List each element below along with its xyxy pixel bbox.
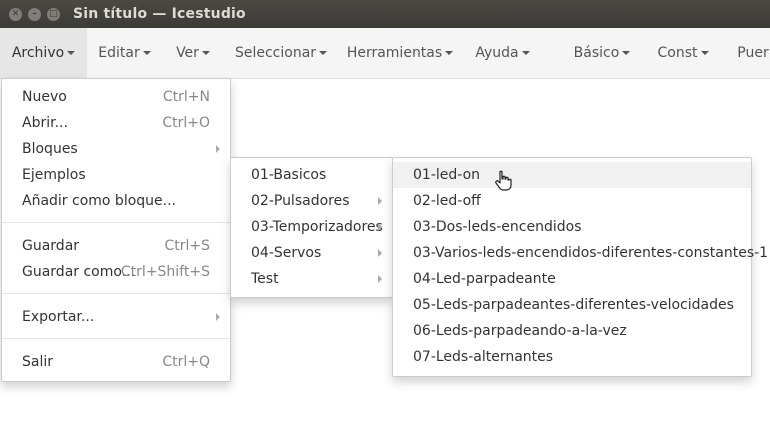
menu-item-label: 02-Pulsadores	[251, 193, 350, 209]
menu-seleccionar-label: Seleccionar	[234, 45, 317, 61]
menu-item-02-led-off[interactable]: 02-led-off	[393, 188, 751, 214]
menu-archivo[interactable]: Archivo	[0, 28, 87, 78]
menu-seleccionar[interactable]: Seleccionar	[224, 28, 338, 78]
menu-herramientas[interactable]: Herramientas	[338, 28, 462, 78]
menu-item-label: Exportar...	[22, 309, 95, 325]
minimize-window-icon[interactable]: –	[28, 8, 41, 21]
maximize-window-icon[interactable]: □	[47, 8, 60, 21]
caret-down-icon	[445, 51, 454, 55]
caret-down-icon	[142, 51, 151, 55]
shortcut-label: Ctrl+O	[162, 115, 210, 131]
submenu-arrow-icon	[216, 145, 220, 153]
menu-item-label: 06-Leds-parpadeando-a-la-vez	[413, 323, 627, 339]
menubar: Archivo Editar Ver Seleccionar Herramientas A…	[0, 28, 770, 79]
menu-item-01-basicos[interactable]: 01-Basicos	[231, 162, 392, 188]
submenu-arrow-icon	[378, 249, 382, 257]
menu-item-03-temporizadores[interactable]: 03-Temporizadores	[231, 214, 392, 240]
menu-item-label: 04-Led-parpadeante	[413, 271, 556, 287]
menu-item-label: 01-led-on	[413, 167, 481, 183]
menu-basico[interactable]: Básico	[561, 28, 643, 78]
shortcut-label: Ctrl+Q	[162, 354, 210, 370]
menu-archivo-label: Archivo	[11, 45, 65, 61]
menu-item-04-servos[interactable]: 04-Servos	[231, 240, 392, 266]
close-window-icon[interactable]: ✕	[9, 8, 22, 21]
archivo-menu: Nuevo Ctrl+N Abrir... Ctrl+O Bloques Ejemplos…	[1, 78, 231, 382]
window-titlebar: ✕ – □ Sin título — Icestudio	[0, 0, 770, 28]
basicos-submenu: 01-led-on 02-led-off 03-Dos-leds-encendido…	[392, 157, 768, 377]
caret-down-icon	[622, 51, 631, 55]
menu-item-label: 03-Varios-leds-encendidos-diferentes-con…	[413, 245, 769, 261]
caret-down-icon	[201, 51, 210, 55]
menu-item-label: 04-Servos	[251, 245, 322, 261]
menu-item-label: Test	[251, 271, 279, 287]
ejemplos-submenu: 01-Basicos 02-Pulsadores 03-Temporizadores…	[230, 157, 393, 298]
menu-const[interactable]: Const	[643, 28, 723, 78]
submenu-arrow-icon	[378, 223, 382, 231]
menu-item-label: 05-Leds-parpadeantes-diferentes-velocida…	[413, 297, 734, 313]
menu-puertas-label: Puer	[737, 45, 769, 61]
menu-item-label: 03-Temporizadores	[251, 219, 383, 235]
menu-item-salir[interactable]: Salir Ctrl+Q	[2, 349, 230, 375]
menu-item-label: 01-Basicos	[251, 167, 327, 183]
menu-editar-label: Editar	[98, 45, 140, 61]
menu-divider	[2, 338, 230, 339]
menu-item-03-dos-leds-encendidos[interactable]: 03-Dos-leds-encendidos	[393, 214, 751, 240]
menu-item-label: Nuevo	[22, 89, 67, 105]
menu-item-nuevo[interactable]: Nuevo Ctrl+N	[2, 84, 230, 110]
menu-ayuda-label: Ayuda	[475, 45, 519, 61]
window-title: Sin título — Icestudio	[73, 6, 246, 22]
menu-item-label: 02-led-off	[413, 193, 481, 209]
shortcut-label: Ctrl+N	[162, 89, 210, 105]
menu-item-label: Guardar como...	[22, 264, 136, 280]
menu-divider	[2, 293, 230, 294]
menu-ver-label: Ver	[176, 45, 199, 61]
menu-item-06-leds-parpadeando-a-la-vez[interactable]: 06-Leds-parpadeando-a-la-vez	[393, 318, 751, 344]
menu-item-label: Abrir...	[22, 115, 68, 131]
menu-basico-label: Básico	[573, 45, 620, 61]
caret-down-icon	[67, 51, 76, 55]
menu-item-label: 07-Leds-alternantes	[413, 349, 554, 365]
menu-ayuda[interactable]: Ayuda	[462, 28, 543, 78]
menu-editar[interactable]: Editar	[87, 28, 162, 78]
menu-item-label: Ejemplos	[22, 167, 86, 183]
menu-item-abrir[interactable]: Abrir... Ctrl+O	[2, 110, 230, 136]
menu-item-ejemplos[interactable]: Ejemplos	[2, 162, 230, 188]
submenu-arrow-icon	[378, 275, 382, 283]
menu-item-02-pulsadores[interactable]: 02-Pulsadores	[231, 188, 392, 214]
submenu-arrow-icon	[378, 197, 382, 205]
menu-item-añadir-como-bloque[interactable]: Añadir como bloque...	[2, 188, 230, 214]
shortcut-label: Ctrl+Shift+S	[120, 264, 210, 280]
menu-item-guardar[interactable]: Guardar Ctrl+S	[2, 233, 230, 259]
menu-item-label: Añadir como bloque...	[22, 193, 176, 209]
menu-ver[interactable]: Ver	[162, 28, 224, 78]
menu-item-exportar[interactable]: Exportar...	[2, 304, 230, 330]
menu-herramientas-label: Herramientas	[346, 45, 443, 61]
menu-item-07-leds-alternantes[interactable]: 07-Leds-alternantes	[393, 344, 751, 370]
hand-cursor-icon	[495, 170, 512, 191]
menu-divider	[2, 222, 230, 223]
menu-const-label: Const	[657, 45, 698, 61]
menu-item-bloques[interactable]: Bloques	[2, 136, 230, 162]
menu-item-04-led-parpadeante[interactable]: 04-Led-parpadeante	[393, 266, 751, 292]
caret-down-icon	[700, 51, 709, 55]
menu-item-label: Salir	[22, 354, 54, 370]
menu-item-label: 03-Dos-leds-encendidos	[413, 219, 582, 235]
menu-item-label: Guardar	[22, 238, 80, 254]
shortcut-label: Ctrl+S	[164, 238, 210, 254]
menu-item-01-led-on[interactable]: 01-led-on	[393, 162, 751, 188]
submenu-arrow-icon	[216, 313, 220, 321]
menu-item-label: Bloques	[22, 141, 78, 157]
menu-puertas[interactable]: Puer	[723, 28, 770, 78]
menu-item-test[interactable]: Test	[231, 266, 392, 292]
caret-down-icon	[521, 51, 530, 55]
caret-down-icon	[319, 51, 328, 55]
menu-item-03-varios-leds-encendidos-diferentes-constantes-1[interactable]: 03-Varios-leds-encendidos-diferentes-con…	[393, 240, 768, 266]
menu-item-guardar-como[interactable]: Guardar como... Ctrl+Shift+S	[2, 259, 230, 285]
menu-item-05-leds-parpadeantes-diferentes-velocidades[interactable]: 05-Leds-parpadeantes-diferentes-velocida…	[393, 292, 751, 318]
